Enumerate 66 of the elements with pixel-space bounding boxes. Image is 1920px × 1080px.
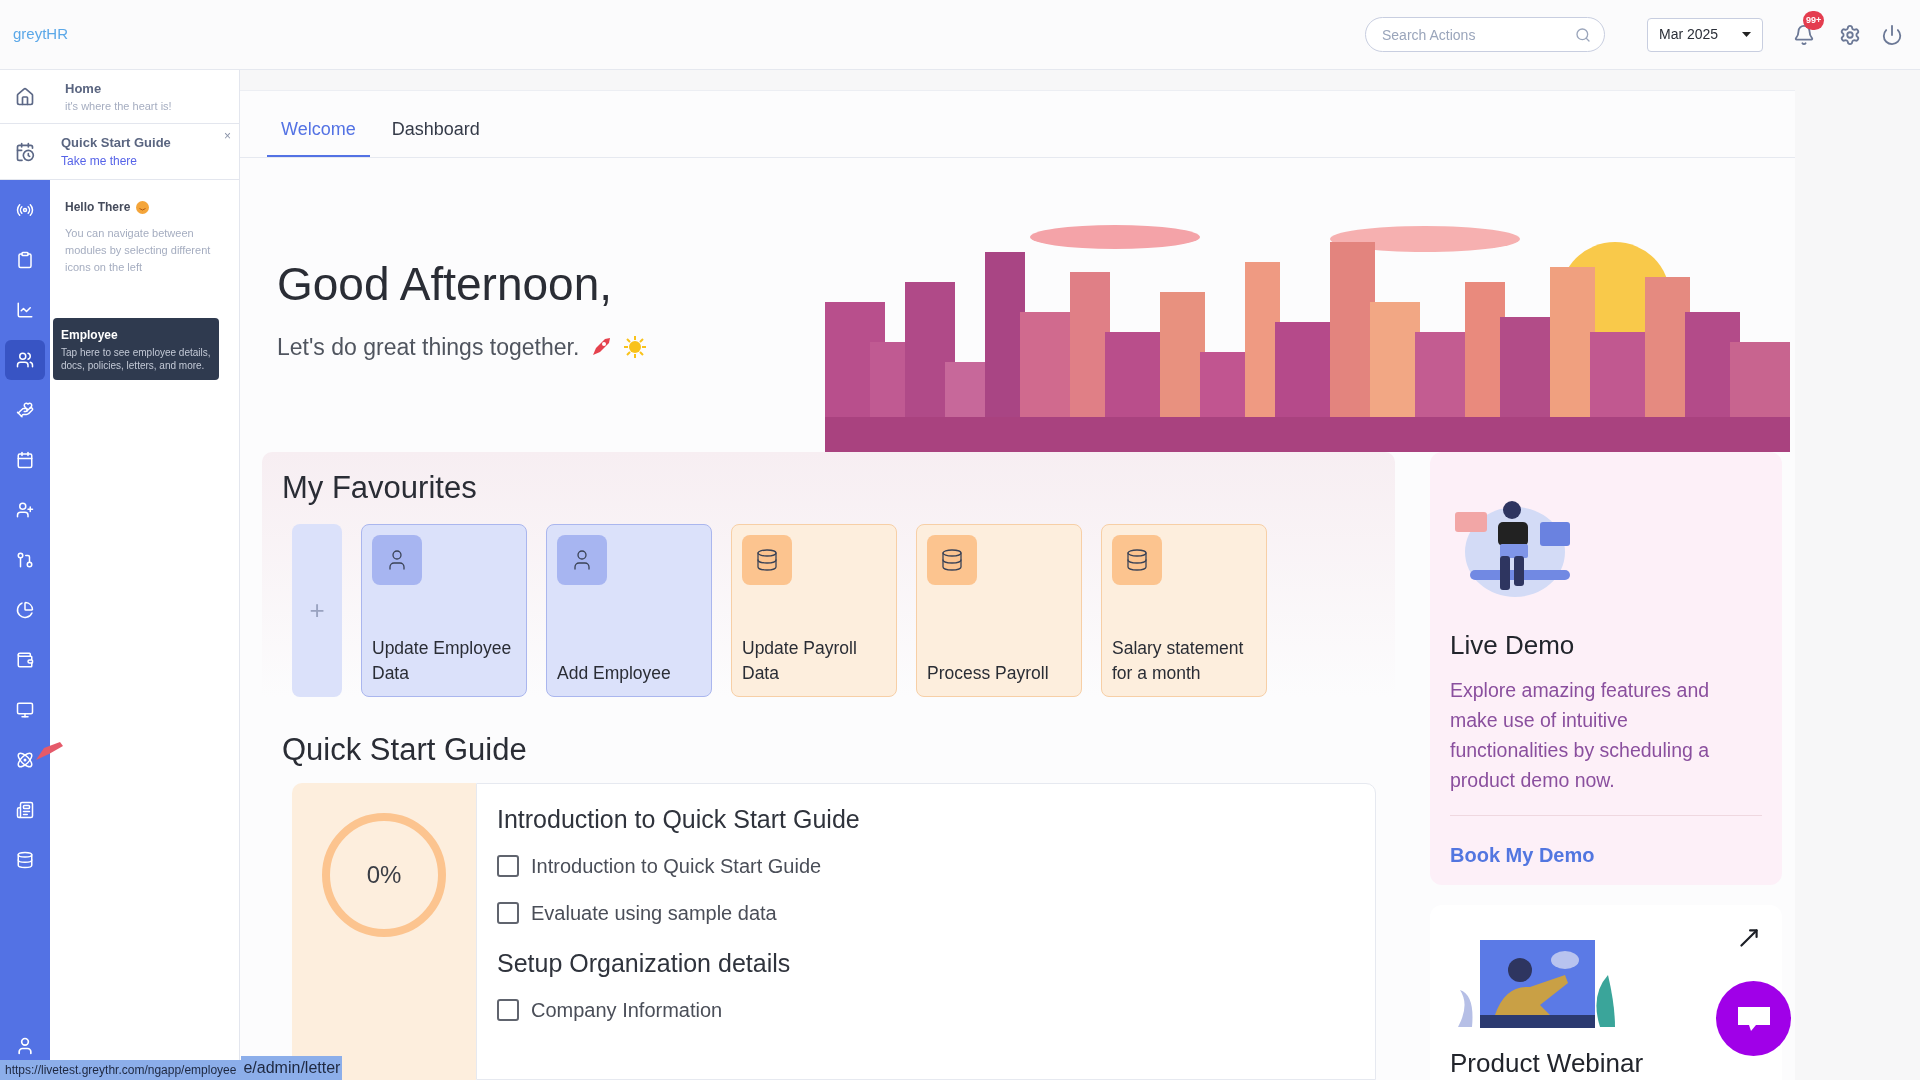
live-demo-title: Live Demo [1450, 632, 1576, 658]
database-icon [16, 851, 34, 869]
favourite-tile[interactable]: Process Payroll [916, 524, 1082, 697]
caret-icon [1742, 32, 1751, 37]
status-url: e/admin/letter [241, 1056, 343, 1080]
line-chart-icon [16, 301, 34, 319]
power-icon[interactable] [1881, 23, 1903, 46]
tab[interactable]: Dashboard [377, 116, 494, 157]
settings-icon[interactable] [1839, 23, 1861, 46]
greeting-title: Good Afternoon, [277, 261, 614, 307]
database-icon [1125, 548, 1149, 572]
tooltip-title: Employee [61, 327, 119, 344]
checkbox[interactable] [497, 855, 519, 877]
tab[interactable]: Welcome [267, 116, 370, 157]
section-title: Setup Organization details [497, 948, 792, 978]
wallet-icon [16, 651, 34, 669]
flow-icon [16, 551, 34, 569]
database-icon [755, 548, 779, 572]
checklist-item: Evaluate using sample data [531, 901, 777, 926]
hello-text: You can navigate between modules by selecting different icons on the left [65, 226, 212, 275]
quick-start-title: Quick Start Guide [61, 133, 171, 152]
home-title[interactable]: Home [65, 78, 172, 98]
home-icon[interactable] [15, 86, 35, 107]
profile-icon[interactable] [15, 1036, 35, 1056]
smiley-icon [136, 200, 150, 214]
add-user-icon [16, 501, 34, 519]
progress-value: 0% [366, 860, 402, 890]
sun-icon [623, 335, 648, 360]
calendar-icon [16, 451, 34, 469]
search-icon [1575, 27, 1591, 43]
take-me-there-link[interactable]: Take me there [61, 152, 171, 171]
month-select[interactable]: Mar 2025 [1647, 17, 1763, 52]
atom-icon [16, 751, 34, 769]
monitor-icon [16, 701, 34, 719]
checklist-item: Company Information [531, 998, 723, 1023]
webinar-title: Product Webinar [1450, 1050, 1645, 1076]
calendar-clock-icon[interactable] [15, 141, 35, 162]
tooltip-text: Tap here to see employee details, docs, policies, letters, and more. [61, 346, 211, 372]
favourite-tile[interactable]: Update Payroll Data [731, 524, 897, 697]
book-demo-link[interactable]: Book My Demo [1450, 840, 1762, 870]
bell-icon[interactable] [1793, 23, 1815, 46]
greeting-subtitle: Let's do great things together. [277, 333, 580, 362]
users-icon [16, 351, 34, 369]
clipboard-icon [16, 251, 34, 269]
pie-chart-icon [16, 601, 34, 619]
checklist-item: Introduction to Quick Start Guide [531, 854, 822, 879]
checkbox[interactable] [497, 902, 519, 924]
quick-start-heading: Quick Start Guide [282, 734, 528, 765]
status-url: https://livetest.greythr.com/ngapp/employee [0, 1060, 242, 1080]
notification-badge: 99+ [1803, 10, 1825, 30]
favourite-tile[interactable]: Add Employee [546, 524, 712, 697]
home-subtitle: it's where the heart is! [65, 99, 172, 114]
newspaper-icon [16, 801, 34, 819]
hand-heart-icon [16, 401, 34, 419]
favourite-tile[interactable]: Salary statement for a month [1101, 524, 1267, 697]
pointer-drawing [34, 740, 64, 762]
favourites-title: My Favourites [282, 472, 478, 503]
search-field[interactable]: Search Actions [1365, 17, 1605, 52]
checkbox[interactable] [497, 999, 519, 1021]
favourite-tile[interactable]: Update Employee Data [361, 524, 527, 697]
section-title: Introduction to Quick Start Guide [497, 804, 861, 834]
live-demo-text: Explore amazing features and make use of intuitive functionalities by scheduling a product demo now. [1450, 678, 1711, 793]
hello-title: Hello There [65, 199, 131, 216]
rail-item[interactable] [5, 340, 45, 380]
database-icon [940, 548, 964, 572]
broadcast-icon [16, 201, 34, 219]
